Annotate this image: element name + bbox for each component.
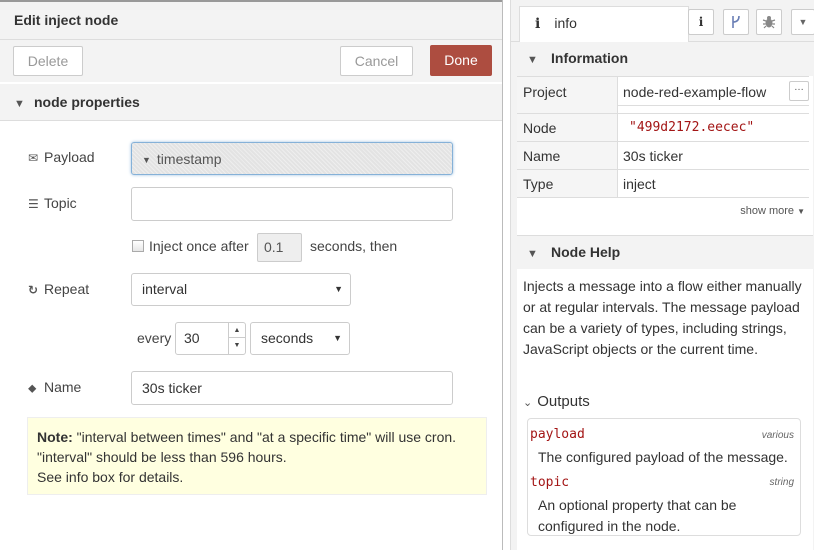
- repeat-value: interval: [142, 281, 188, 297]
- node-id-value[interactable]: "499d2172.eecec": [629, 120, 754, 135]
- select-arrow-icon: ▼: [334, 284, 343, 294]
- info-icon: i: [535, 16, 541, 32]
- interval-unit-select[interactable]: seconds ▼: [250, 322, 350, 355]
- info-row-node: Node "499d2172.eecec": [517, 114, 809, 142]
- info-value: 30s ticker: [623, 148, 683, 164]
- repeat-label: ↻ Repeat: [28, 281, 90, 297]
- inject-once-checkbox-row[interactable]: Inject once after: [132, 238, 249, 254]
- chevron-down-icon: ⌄: [523, 397, 533, 409]
- payload-label: ✉ Payload: [28, 149, 95, 165]
- chevron-down-icon: ▼: [527, 54, 538, 66]
- repeat-select[interactable]: interval ▼: [131, 273, 351, 306]
- name-label: ⬥ Name: [28, 379, 82, 395]
- payload-type-select[interactable]: ▼ timestamp: [131, 142, 453, 175]
- show-more-link[interactable]: show more ▼: [740, 205, 805, 217]
- topic-label: ☰ Topic: [28, 195, 77, 211]
- caret-down-icon: ▼: [797, 207, 805, 216]
- note-line-3: See info box for details.: [37, 469, 184, 485]
- note-line-2: "interval" should be less than 596 hours…: [37, 449, 287, 465]
- note-bold: Note:: [37, 429, 73, 445]
- interval-unit-value: seconds: [261, 330, 314, 346]
- outputs-header[interactable]: ⌄ Outputs: [523, 393, 590, 410]
- info-row-spacer: [517, 106, 809, 114]
- payload-value: timestamp: [156, 151, 222, 167]
- interval-value: 30: [184, 330, 200, 346]
- spinner-up-icon[interactable]: ▲: [229, 323, 245, 338]
- output-name: topic: [530, 475, 570, 490]
- inject-delay-suffix: seconds, then: [310, 238, 398, 254]
- output-type: various: [761, 430, 794, 441]
- tray-title: Edit inject node: [0, 0, 502, 40]
- select-arrow-icon: ▼: [333, 333, 342, 343]
- inject-once-label: Inject once after: [149, 238, 249, 254]
- sidebar: i info i ▼ ▼ Information Project node-red-…: [510, 0, 814, 550]
- chevron-down-icon: ▼: [14, 98, 25, 110]
- info-key: Name: [517, 142, 618, 169]
- section-title: node properties: [34, 94, 140, 110]
- interval-spinner[interactable]: ▲ ▼: [228, 323, 245, 354]
- name-input[interactable]: 30s ticker: [131, 371, 453, 405]
- node-help-text: Injects a message into a flow either man…: [523, 278, 802, 357]
- node-help-section-header[interactable]: ▼ Node Help: [517, 235, 813, 269]
- edit-tray: Edit inject node Delete Cancel Done ▼ nod…: [0, 0, 503, 550]
- list-icon: ☰: [28, 197, 39, 211]
- node-properties-header[interactable]: ▼ node properties: [0, 84, 502, 121]
- info-panel: ▼ Information Project node-red-example-fl…: [517, 42, 813, 550]
- chevron-down-icon: ▼: [527, 248, 538, 260]
- refresh-icon: ↻: [28, 283, 39, 297]
- info-row-project: Project node-red-example-flow …: [517, 76, 809, 106]
- spinner-down-icon[interactable]: ▼: [229, 338, 245, 353]
- information-section-header[interactable]: ▼ Information: [517, 42, 813, 76]
- sidebar-menu-caret-icon[interactable]: ▼: [791, 9, 814, 35]
- inject-once-checkbox[interactable]: [132, 240, 144, 252]
- output-type: string: [769, 477, 794, 488]
- every-label: every: [137, 330, 172, 346]
- info-value: node-red-example-flow: [623, 84, 767, 100]
- done-button[interactable]: Done: [430, 45, 492, 76]
- project-more-button[interactable]: …: [789, 81, 809, 101]
- tag-icon: ⬥: [28, 381, 37, 395]
- cancel-button[interactable]: Cancel: [340, 46, 413, 76]
- sidebar-tabs: i info i ▼: [511, 0, 814, 42]
- note-line-1: "interval between times" and "at a speci…: [72, 429, 457, 445]
- info-row-name: Name 30s ticker: [517, 142, 809, 170]
- outputs-list: payload various The configured payload o…: [527, 418, 801, 536]
- inject-delay-input[interactable]: 0.1: [257, 233, 302, 262]
- tray-toolbar: Delete Cancel Done: [0, 40, 502, 82]
- info-key: Node: [517, 114, 618, 141]
- envelope-icon: ✉: [28, 151, 39, 165]
- information-title: Information: [551, 50, 628, 66]
- delete-button[interactable]: Delete: [13, 46, 83, 76]
- debug-bug-icon[interactable]: [756, 9, 782, 35]
- output-desc: The configured payload of the message.: [538, 449, 788, 465]
- tab-info-label: info: [554, 15, 577, 31]
- output-desc: An optional property that can be configu…: [538, 497, 737, 534]
- interval-input[interactable]: 30 ▲ ▼: [175, 322, 246, 355]
- info-row-type: Type inject: [517, 170, 809, 198]
- outputs-title: Outputs: [537, 393, 590, 410]
- caret-down-icon: ▼: [142, 155, 151, 166]
- info-key: Project: [517, 77, 618, 106]
- info-key: Type: [517, 170, 618, 197]
- node-help-title: Node Help: [551, 244, 621, 260]
- info-value: inject: [623, 176, 656, 192]
- topic-input[interactable]: [131, 187, 453, 221]
- cron-note: Note: "interval between times" and "at a…: [27, 417, 487, 495]
- output-name: payload: [530, 427, 585, 442]
- project-history-icon[interactable]: [723, 9, 749, 35]
- info-tab-button[interactable]: i: [688, 9, 714, 35]
- tab-info[interactable]: i info: [519, 6, 689, 42]
